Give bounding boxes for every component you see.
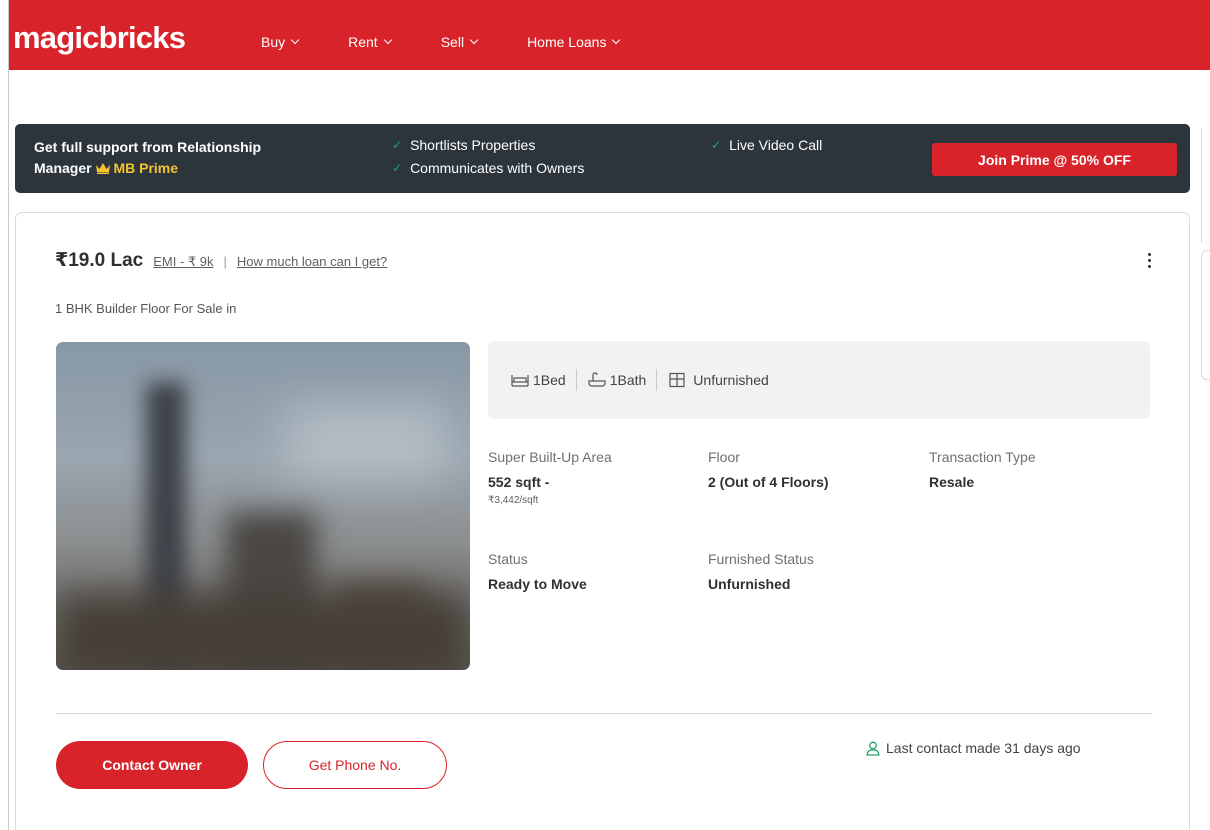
- prime-title-line2: Manager: [34, 160, 92, 176]
- nav-menu: Buy Rent Sell Home Loans: [261, 34, 669, 50]
- transaction-attribute: Transaction Type Resale: [929, 449, 1036, 490]
- feature-video-call: ✓ Live Video Call: [711, 137, 822, 153]
- last-contact-text: Last contact made 31 days ago: [886, 740, 1081, 756]
- magicbricks-logo[interactable]: magicbricks: [13, 22, 186, 53]
- contact-owner-button[interactable]: Contact Owner: [56, 741, 248, 789]
- floor-attribute: Floor 2 (Out of 4 Floors): [708, 449, 829, 490]
- status-label: Status: [488, 551, 528, 567]
- feature-label: Shortlists Properties: [410, 137, 536, 153]
- nav-item-label: Home Loans: [527, 34, 607, 50]
- divider: [656, 369, 658, 391]
- feature-shortlists: ✓ Shortlists Properties: [392, 137, 535, 153]
- crown-icon: [96, 163, 111, 174]
- furnished-label: Furnished Status: [708, 551, 814, 567]
- furnishing-status: Unfurnished: [693, 372, 769, 388]
- prime-banner-title: Get full support from Relationship Manag…: [34, 137, 354, 179]
- feature-label: Live Video Call: [729, 137, 823, 153]
- nav-item-label: Rent: [348, 34, 378, 50]
- prime-title-line1: Get full support from Relationship: [34, 139, 262, 155]
- area-rate: ₹3,442/sqft: [488, 495, 539, 506]
- more-options-icon[interactable]: [1144, 253, 1154, 273]
- check-icon: ✓: [392, 161, 403, 175]
- area-label: Super Built-Up Area: [488, 449, 612, 465]
- bath-info: 1Bath: [587, 372, 647, 388]
- nav-item-label: Buy: [261, 34, 286, 50]
- status-attribute: Status Ready to Move: [488, 551, 587, 592]
- bed-info: 1Bed: [510, 372, 566, 388]
- property-title: 1 BHK Builder Floor For Sale in: [55, 301, 237, 316]
- nav-item-rent[interactable]: Rent: [348, 34, 392, 50]
- user-icon: [866, 741, 880, 756]
- mb-prime-label: MB Prime: [113, 160, 179, 176]
- price: ₹19.0 Lac: [55, 250, 144, 271]
- price-row: ₹19.0 Lac EMI - ₹ 9k | How much loan can…: [55, 249, 387, 272]
- nav-item-home-loans[interactable]: Home Loans: [527, 34, 621, 50]
- side-panel-edge: [1201, 128, 1210, 243]
- transaction-label: Transaction Type: [929, 449, 1036, 465]
- nav-item-label: Sell: [440, 34, 465, 50]
- floor-value: 2 (Out of 4 Floors): [708, 474, 829, 490]
- furnishing-icon: [669, 372, 685, 388]
- chevron-down-icon: [383, 35, 392, 45]
- divider: [575, 369, 577, 391]
- feature-label: Communicates with Owners: [410, 160, 585, 176]
- last-contact-info: Last contact made 31 days ago: [866, 740, 1081, 756]
- feature-communicates: ✓ Communicates with Owners: [392, 160, 584, 176]
- transaction-value: Resale: [929, 474, 975, 490]
- bed-icon: [511, 375, 529, 387]
- get-phone-button[interactable]: Get Phone No.: [263, 741, 447, 789]
- property-card: ₹19.0 Lac EMI - ₹ 9k | How much loan can…: [15, 212, 1190, 830]
- top-navigation: magicbricks Buy Rent Sell Home Loans: [9, 0, 1210, 70]
- emi-link[interactable]: EMI - ₹ 9k: [153, 254, 213, 270]
- check-icon: ✓: [392, 138, 403, 152]
- nav-item-sell[interactable]: Sell: [440, 34, 479, 50]
- property-photo[interactable]: [56, 342, 470, 670]
- chevron-down-icon: [469, 35, 479, 45]
- bed-count: 1Bed: [533, 372, 566, 388]
- join-prime-button[interactable]: Join Prime @ 50% OFF: [932, 143, 1177, 176]
- floor-label: Floor: [708, 449, 740, 465]
- card-divider: [56, 713, 1152, 714]
- separator: |: [223, 254, 227, 269]
- furnishing-info: Unfurnished: [667, 372, 769, 388]
- prime-banner: Get full support from Relationship Manag…: [15, 124, 1190, 193]
- check-icon: ✓: [711, 138, 722, 152]
- nav-item-buy[interactable]: Buy: [261, 34, 300, 50]
- chevron-down-icon: [612, 35, 621, 45]
- bath-icon: [588, 372, 606, 387]
- furnished-attribute: Furnished Status Unfurnished: [708, 551, 814, 592]
- loan-eligibility-link[interactable]: How much loan can I get?: [237, 254, 387, 269]
- property-summary: 1Bed 1Bath Unfurnished: [488, 341, 1150, 419]
- area-attribute: Super Built-Up Area 552 sqft - ₹3,442/sq…: [488, 449, 612, 506]
- page-frame: magicbricks Buy Rent Sell Home Loans Get…: [8, 0, 1210, 830]
- status-value: Ready to Move: [488, 576, 587, 592]
- side-panel-card: [1201, 250, 1210, 380]
- chevron-down-icon: [290, 35, 300, 45]
- area-value: 552 sqft -: [488, 474, 550, 490]
- furnished-value: Unfurnished: [708, 576, 791, 592]
- bath-count: 1Bath: [609, 372, 647, 388]
